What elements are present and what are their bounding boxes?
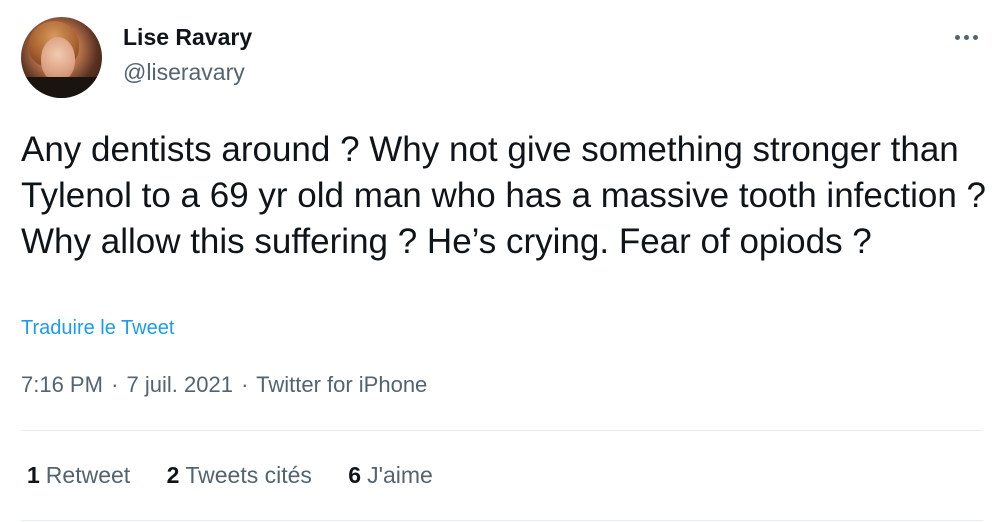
likes-count: 6: [348, 462, 362, 488]
tweet-meta: 7:16 PM · 7 juil. 2021 · Twitter for iPh…: [21, 372, 427, 398]
likes-stat[interactable]: 6 J'aime: [348, 462, 433, 489]
meta-separator: ·: [241, 372, 249, 397]
quote-tweets-label: Tweets cités: [185, 462, 312, 488]
retweet-stat[interactable]: 1 Retweet: [27, 462, 130, 489]
retweet-count: 1: [27, 462, 40, 488]
divider-top: [21, 430, 983, 431]
quote-tweets-count: 2: [166, 462, 180, 488]
tweet-stats: 1 Retweet 2 Tweets cités 6 J'aime: [27, 462, 463, 489]
tweet-card: Lise Ravary @liseravary Any dentists aro…: [0, 0, 1008, 522]
likes-label: J'aime: [367, 462, 433, 488]
retweet-label: Retweet: [45, 462, 131, 488]
author-handle[interactable]: @liseravary: [123, 59, 245, 86]
tweet-time[interactable]: 7:16 PM: [21, 372, 103, 397]
avatar[interactable]: [21, 17, 102, 98]
tweet-text: Any dentists around ? Why not give somet…: [21, 130, 986, 261]
more-options-icon[interactable]: [953, 28, 981, 46]
tweet-date[interactable]: 7 juil. 2021: [127, 372, 233, 397]
tweet-source[interactable]: Twitter for iPhone: [256, 372, 427, 397]
avatar-face: [41, 37, 75, 81]
divider-bottom: [21, 520, 983, 521]
quote-tweets-stat[interactable]: 2 Tweets cités: [167, 462, 312, 489]
translate-tweet-link[interactable]: Traduire le Tweet: [21, 317, 174, 340]
avatar-shoulder: [21, 77, 102, 98]
meta-separator: ·: [111, 372, 119, 397]
author-name[interactable]: Lise Ravary: [123, 24, 252, 51]
